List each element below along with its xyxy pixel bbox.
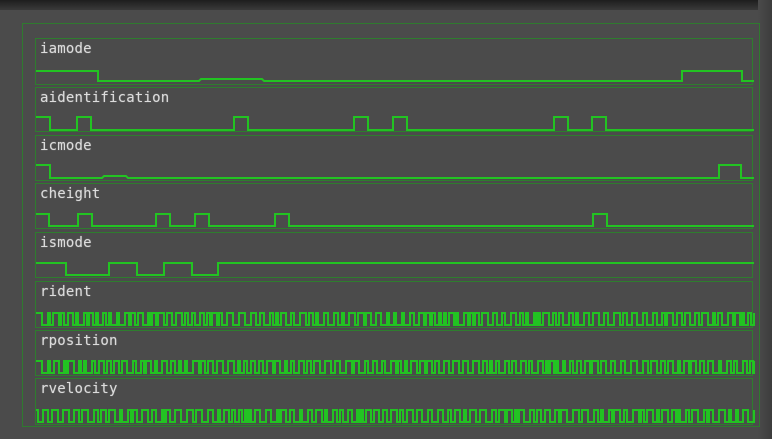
- signal-row-cheight[interactable]: cheight: [35, 183, 754, 229]
- signal-waveform: [36, 164, 754, 179]
- signal-waveform: [36, 116, 754, 131]
- signal-row-aidentification[interactable]: aidentification: [35, 87, 754, 132]
- waveform-viewer: iamode aidentification icmode cheight is…: [0, 0, 772, 439]
- window-right-edge: [758, 0, 772, 439]
- signal-row-ismode[interactable]: ismode: [35, 232, 754, 278]
- signal-waveform: [36, 70, 754, 82]
- signal-waveform: [36, 312, 755, 326]
- signal-row-rident[interactable]: rident: [35, 281, 755, 328]
- signal-row-rvelocity[interactable]: rvelocity: [35, 378, 755, 425]
- signal-row-icmode[interactable]: icmode: [35, 135, 754, 181]
- signal-row-rposition[interactable]: rposition: [35, 330, 755, 376]
- signal-waveform: [36, 262, 754, 276]
- signal-row-iamode[interactable]: iamode: [35, 38, 754, 85]
- signal-waveform: [36, 360, 755, 374]
- signal-waveform: [36, 409, 755, 423]
- signal-waveform: [36, 213, 754, 227]
- window-top-edge: [0, 0, 772, 10]
